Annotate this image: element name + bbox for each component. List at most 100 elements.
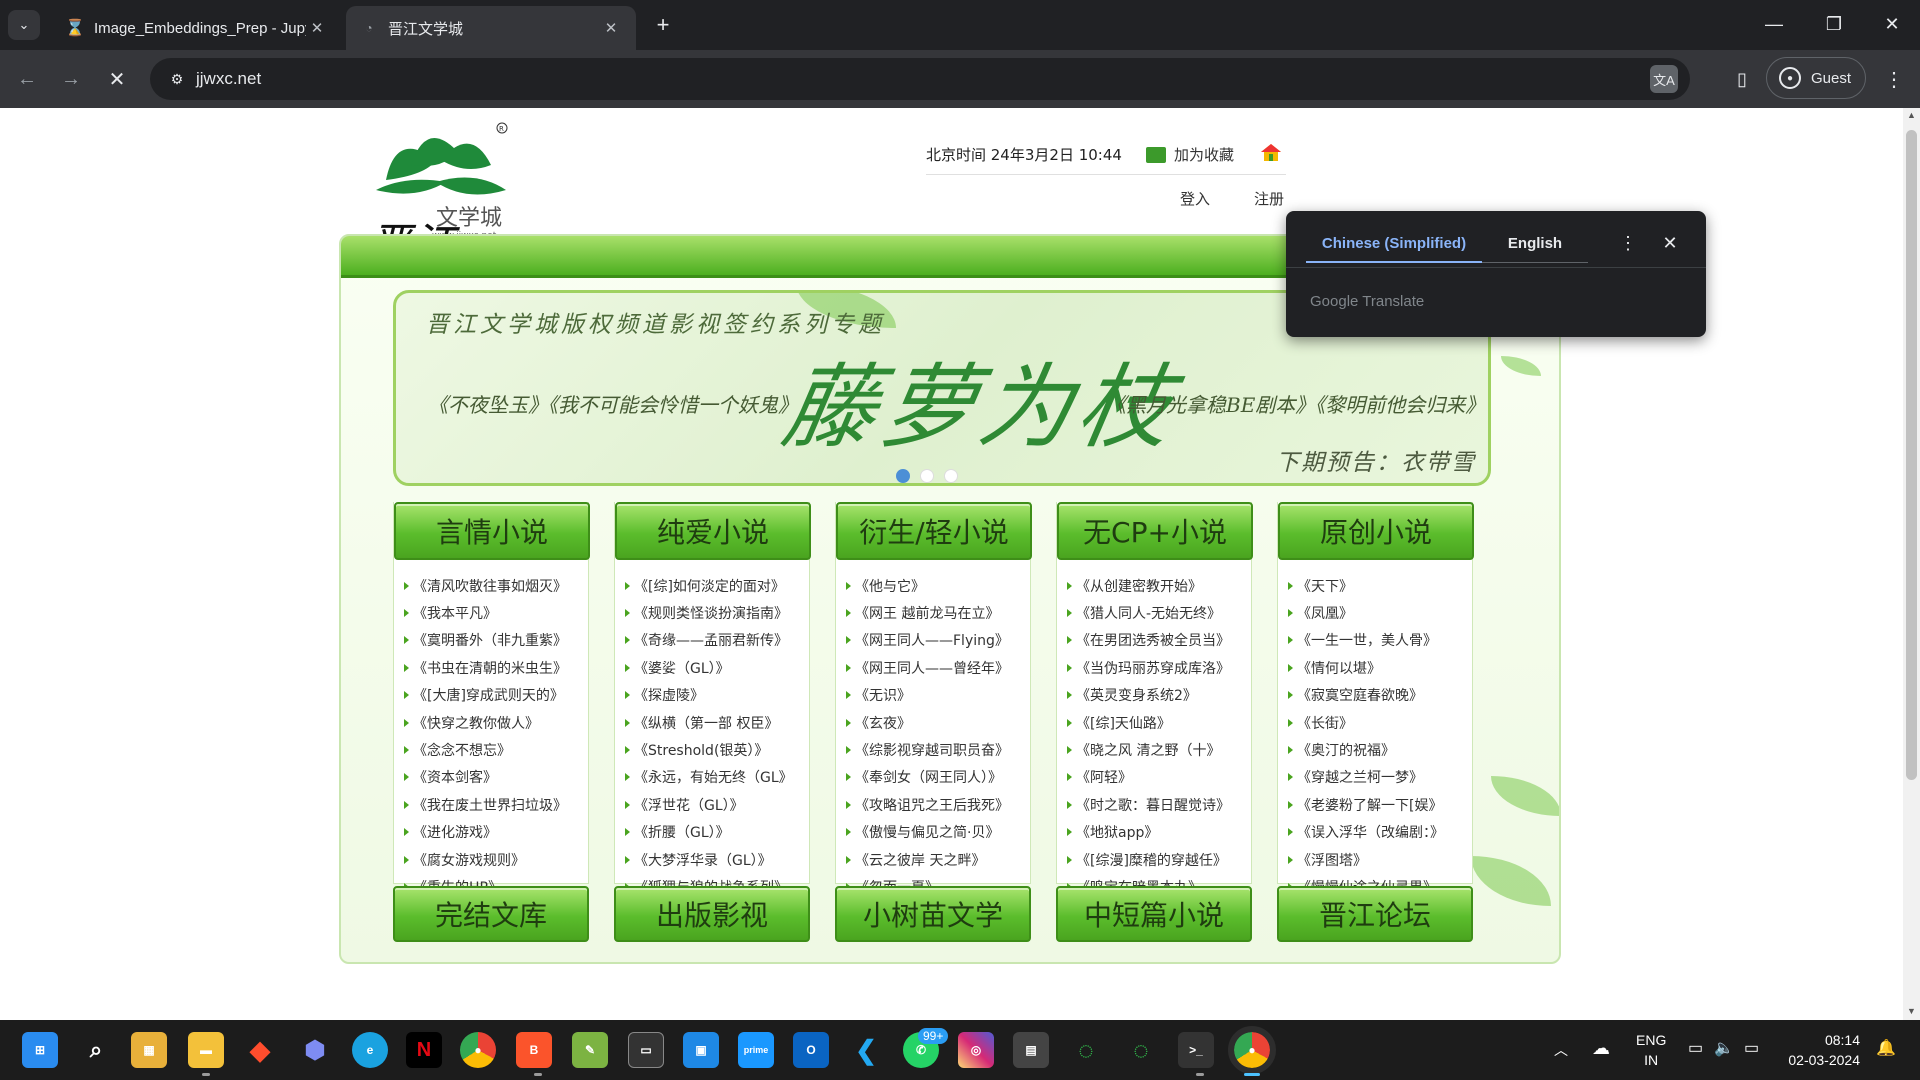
book-link[interactable]: 《规则类怪谈扮演指南》 bbox=[625, 599, 805, 626]
bookmark-link[interactable]: 加为收藏 bbox=[1146, 144, 1234, 165]
app-icon-diamond[interactable]: ◆ bbox=[242, 1032, 278, 1068]
category-header[interactable]: 衍生/轻小说 bbox=[836, 502, 1032, 560]
book-link[interactable]: 《[综漫]糜稽的穿越任》 bbox=[1067, 846, 1247, 873]
book-link[interactable]: 《时之歌：暮日醒觉诗》 bbox=[1067, 791, 1247, 818]
vscode-icon[interactable]: ❮ bbox=[848, 1032, 884, 1068]
category-header[interactable]: 无CP+小说 bbox=[1057, 502, 1253, 560]
back-button[interactable]: ← bbox=[12, 64, 42, 94]
book-link[interactable]: 《[大唐]穿成武则天的》 bbox=[404, 682, 584, 709]
app-icon-gray[interactable]: ▤ bbox=[1013, 1032, 1049, 1068]
battery-icon[interactable]: ▭ bbox=[1744, 1038, 1759, 1058]
search-icon[interactable]: ⌕ bbox=[78, 1032, 114, 1068]
book-link[interactable]: 《情何以堪》 bbox=[1288, 654, 1468, 681]
book-link[interactable]: 《我在废土世界扫垃圾》 bbox=[404, 791, 584, 818]
close-icon[interactable]: ✕ bbox=[1658, 231, 1682, 255]
chrome-icon[interactable]: ● bbox=[460, 1032, 496, 1068]
book-link[interactable]: 《从创建密教开始》 bbox=[1067, 572, 1247, 599]
language-indicator[interactable]: ENG IN bbox=[1636, 1030, 1666, 1070]
loader-icon[interactable]: ◌ bbox=[1123, 1032, 1159, 1068]
carousel-dot[interactable] bbox=[944, 469, 958, 483]
file-explorer-icon[interactable]: ▬ bbox=[188, 1032, 224, 1068]
cloud-icon[interactable]: ☁ bbox=[1592, 1038, 1610, 1059]
address-bar[interactable]: ⚙ jjwxc.net 文A bbox=[150, 58, 1690, 100]
page-scrollbar[interactable]: ▲ ▼ bbox=[1903, 108, 1920, 1020]
category-header[interactable]: 言情小说 bbox=[394, 502, 590, 560]
login-link[interactable]: 登入 bbox=[1180, 188, 1210, 209]
translate-target-tab[interactable]: English bbox=[1482, 225, 1588, 263]
book-link[interactable]: 《寞明番外（非九重紫》 bbox=[404, 627, 584, 654]
book-link[interactable]: 《当伪玛丽苏穿成库洛》 bbox=[1067, 654, 1247, 681]
book-link[interactable]: 《老婆粉了解一下[娱》 bbox=[1288, 791, 1468, 818]
home-icon[interactable] bbox=[1260, 142, 1282, 162]
book-link[interactable]: 《浮图塔》 bbox=[1288, 846, 1468, 873]
book-link[interactable]: 《凤凰》 bbox=[1288, 599, 1468, 626]
close-icon[interactable]: ✕ bbox=[306, 17, 328, 39]
book-link[interactable]: 《探虚陵》 bbox=[625, 682, 805, 709]
book-link[interactable]: 《寂寞空庭春欲晚》 bbox=[1288, 682, 1468, 709]
book-link[interactable]: 《Streshold(银英）》 bbox=[625, 736, 805, 763]
translate-source-tab[interactable]: Chinese (Simplified) bbox=[1306, 225, 1482, 263]
tab-jupyter[interactable]: ⌛ Image_Embeddings_Prep - Jupy ✕ bbox=[52, 6, 342, 50]
terminal-icon[interactable]: ▭ bbox=[628, 1032, 664, 1068]
profile-button[interactable]: ● Guest bbox=[1766, 57, 1866, 99]
notification-bell-icon[interactable]: 🔔 bbox=[1876, 1038, 1896, 1058]
tab-jjwxc[interactable]: ◔ 晋江文学城 ✕ bbox=[346, 6, 636, 50]
book-link[interactable]: 《纵横（第一部 权臣》 bbox=[625, 709, 805, 736]
book-link[interactable]: 《资本剑客》 bbox=[404, 764, 584, 791]
powershell-icon[interactable]: >_ bbox=[1178, 1032, 1214, 1068]
book-link[interactable]: 《网王同人——曾经年》 bbox=[846, 654, 1026, 681]
close-icon[interactable]: ✕ bbox=[600, 17, 622, 39]
footer-section-button[interactable]: 出版影视 bbox=[614, 886, 810, 942]
site-info-icon[interactable]: ⚙ bbox=[166, 68, 188, 90]
clock[interactable]: 08:14 02-03-2024 bbox=[1780, 1030, 1860, 1070]
edge-icon[interactable]: e bbox=[352, 1032, 388, 1068]
book-link[interactable]: 《[综]天仙路》 bbox=[1067, 709, 1247, 736]
book-link[interactable]: 《大梦浮华录（GL）》 bbox=[625, 846, 805, 873]
book-link[interactable]: 《永远，有始无终（GL》 bbox=[625, 764, 805, 791]
book-link[interactable]: 《念念不想忘》 bbox=[404, 736, 584, 763]
carousel-dot[interactable] bbox=[920, 469, 934, 483]
new-tab-button[interactable]: + bbox=[650, 12, 676, 38]
book-link[interactable]: 《快穿之教你做人》 bbox=[404, 709, 584, 736]
book-link[interactable]: 《一生一世，美人骨》 bbox=[1288, 627, 1468, 654]
book-link[interactable]: 《网王 越前龙马在立》 bbox=[846, 599, 1026, 626]
book-link[interactable]: 《无识》 bbox=[846, 682, 1026, 709]
book-link[interactable]: 《奉剑女（网王同人）》 bbox=[846, 764, 1026, 791]
minimize-button[interactable]: — bbox=[1744, 0, 1804, 48]
side-panel-icon[interactable]: ▯ bbox=[1728, 65, 1756, 93]
category-header[interactable]: 纯爱小说 bbox=[615, 502, 811, 560]
brave-icon[interactable]: B bbox=[516, 1032, 552, 1068]
book-link[interactable]: 《攻略诅咒之王后我死》 bbox=[846, 791, 1026, 818]
register-link[interactable]: 注册 bbox=[1254, 188, 1284, 209]
book-link[interactable]: 《进化游戏》 bbox=[404, 819, 584, 846]
book-link[interactable]: 《[综]如何淡定的面对》 bbox=[625, 572, 805, 599]
window-close-button[interactable]: ✕ bbox=[1862, 0, 1920, 48]
book-link[interactable]: 《奥汀的祝福》 bbox=[1288, 736, 1468, 763]
prime-video-icon[interactable]: prime bbox=[738, 1032, 774, 1068]
book-link[interactable]: 《他与它》 bbox=[846, 572, 1026, 599]
restore-button[interactable]: ❐ bbox=[1804, 0, 1864, 48]
stop-loading-button[interactable]: ✕ bbox=[102, 64, 132, 94]
footer-section-button[interactable]: 小树苗文学 bbox=[835, 886, 1031, 942]
book-link[interactable]: 《清风吹散往事如烟灭》 bbox=[404, 572, 584, 599]
book-link[interactable]: 《书虫在清朝的米虫生》 bbox=[404, 654, 584, 681]
book-link[interactable]: 《折腰（GL）》 bbox=[625, 819, 805, 846]
loader-icon[interactable]: ◌ bbox=[1068, 1032, 1104, 1068]
book-link[interactable]: 《猎人同人-无始无终》 bbox=[1067, 599, 1247, 626]
book-link[interactable]: 《地狱app》 bbox=[1067, 819, 1247, 846]
book-link[interactable]: 《傲慢与偏见之简·贝》 bbox=[846, 819, 1026, 846]
footer-section-button[interactable]: 晋江论坛 bbox=[1277, 886, 1473, 942]
chrome-menu-icon[interactable]: ⋮ bbox=[1880, 65, 1908, 93]
chevron-up-icon[interactable]: ︿ bbox=[1554, 1040, 1568, 1060]
netflix-icon[interactable]: N bbox=[406, 1032, 442, 1068]
book-link[interactable]: 《腐女游戏规则》 bbox=[404, 846, 584, 873]
footer-section-button[interactable]: 中短篇小说 bbox=[1056, 886, 1252, 942]
book-link[interactable]: 《综影视穿越司职员奋》 bbox=[846, 736, 1026, 763]
book-link[interactable]: 《阿轻》 bbox=[1067, 764, 1247, 791]
book-link[interactable]: 《我本平凡》 bbox=[404, 599, 584, 626]
outlook-icon[interactable]: O bbox=[793, 1032, 829, 1068]
book-link[interactable]: 《在男团选秀被全员当》 bbox=[1067, 627, 1247, 654]
category-header[interactable]: 原创小说 bbox=[1278, 502, 1474, 560]
book-link[interactable]: 《误入浮华（改编剧：》 bbox=[1288, 819, 1468, 846]
more-options-icon[interactable]: ⋮ bbox=[1616, 231, 1640, 255]
